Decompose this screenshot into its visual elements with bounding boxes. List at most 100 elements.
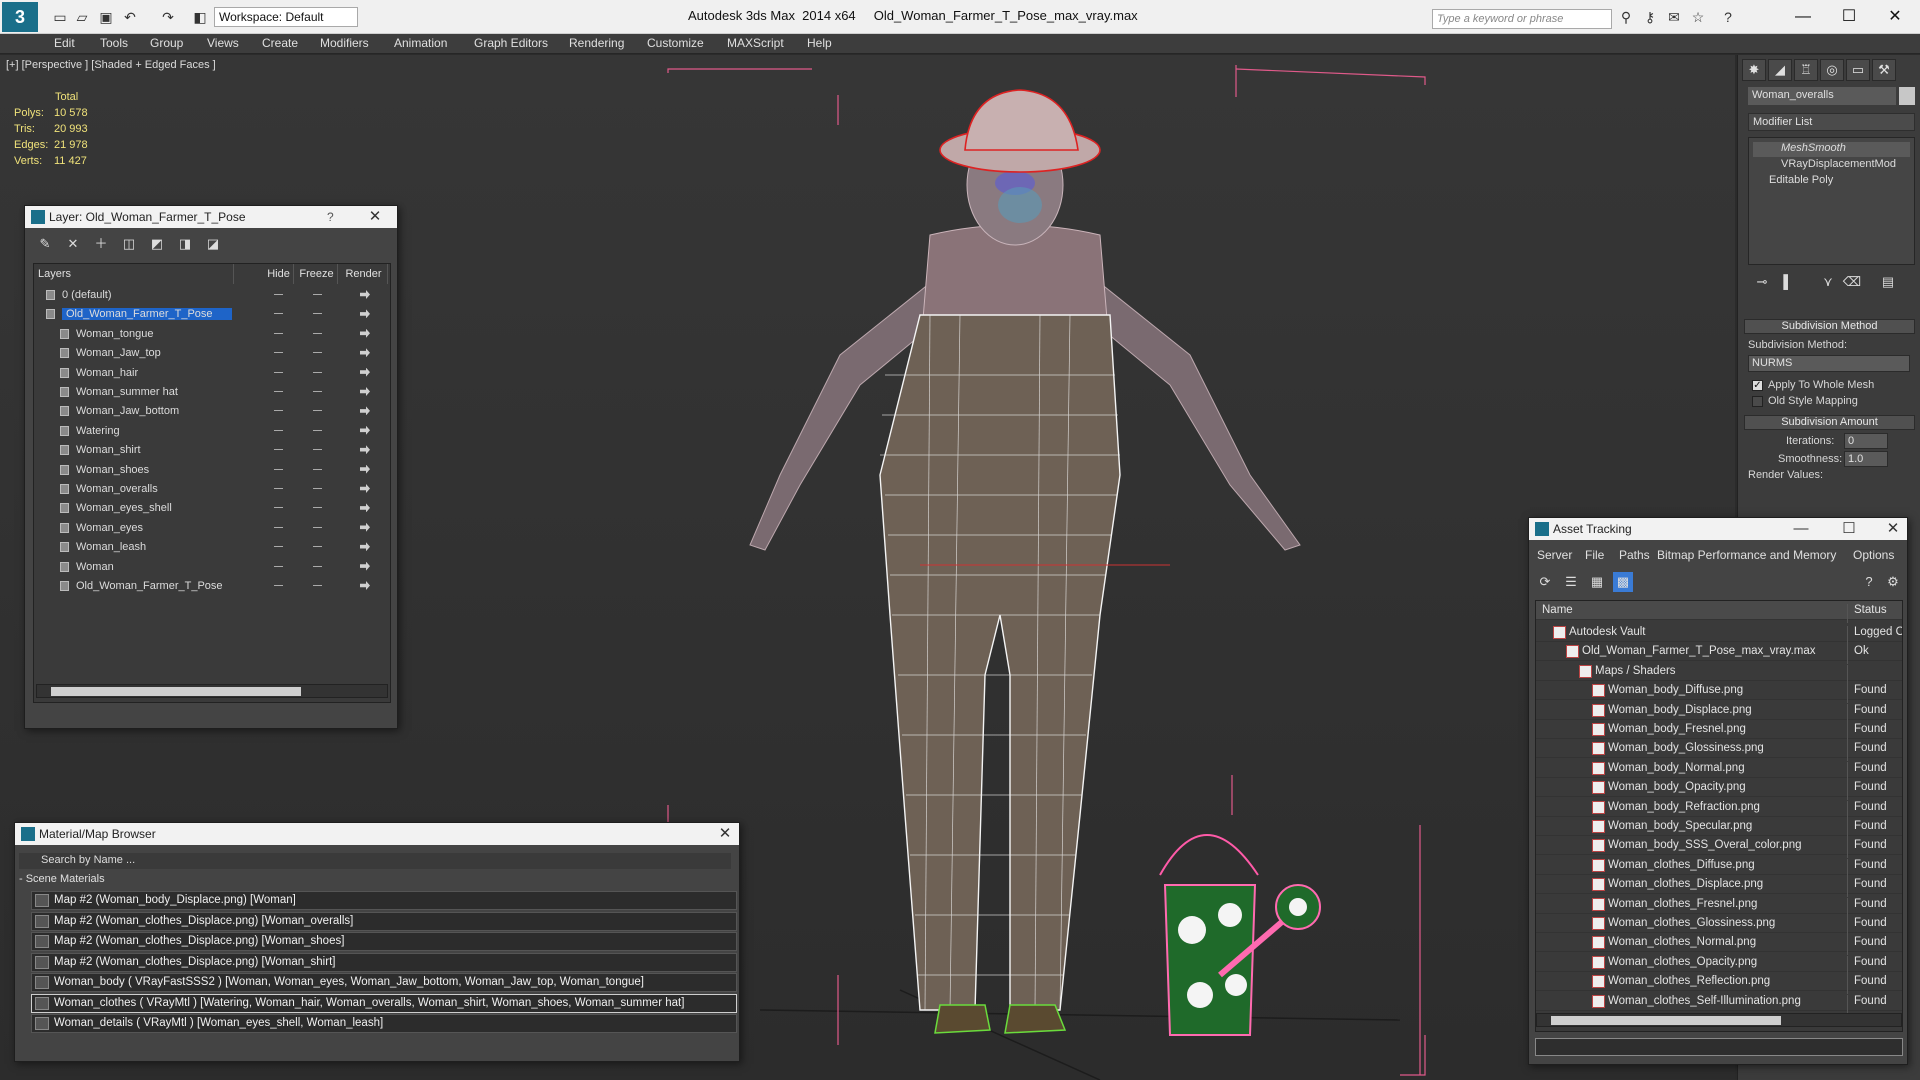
menu-edit[interactable]: Edit <box>54 36 75 50</box>
column-render[interactable]: Render <box>340 264 388 284</box>
layer-name[interactable]: 0 (default) <box>62 289 112 301</box>
pin-stack-icon[interactable]: ⊸ <box>1752 272 1772 292</box>
freeze-toggle[interactable] <box>313 468 322 470</box>
layer-dialog-help-icon[interactable]: ? <box>327 210 334 224</box>
app-logo[interactable]: 3 <box>2 2 38 32</box>
apply-whole-mesh-checkbox[interactable]: ✓ <box>1752 380 1763 391</box>
layer-name[interactable]: Woman <box>76 561 114 573</box>
menu-graph-editors[interactable]: Graph Editors <box>474 36 548 50</box>
layer-name[interactable]: Woman_eyes_shell <box>76 502 172 514</box>
asset-table[interactable]: Name Status Autodesk VaultLogged OuOld_W… <box>1535 600 1903 1032</box>
freeze-toggle[interactable] <box>313 410 322 412</box>
delete-layer-icon[interactable]: ✕ <box>63 234 83 254</box>
layer-row[interactable]: Woman_hair <box>34 364 390 383</box>
layer-row[interactable]: Woman_summer hat <box>34 383 390 402</box>
asset-tracking-title-bar[interactable]: Asset Tracking — ☐ ✕ <box>1529 518 1907 540</box>
hide-toggle[interactable] <box>274 391 283 392</box>
project-folder-icon[interactable]: ◧ <box>190 7 210 27</box>
layer-name[interactable]: Watering <box>76 425 120 437</box>
freeze-toggle[interactable] <box>313 352 322 354</box>
render-toggle-icon[interactable] <box>360 425 370 435</box>
refresh-icon[interactable]: ⟳ <box>1535 572 1555 592</box>
asset-row[interactable]: Woman_clothes_Self-Illumination.png Found <box>1536 992 1902 1014</box>
remove-modifier-icon[interactable]: ⌫ <box>1842 272 1862 292</box>
layer-dialog-close-button[interactable]: ✕ <box>365 208 385 226</box>
layer-name[interactable]: Old_Woman_Farmer_T_Pose <box>62 308 232 321</box>
render-toggle-icon[interactable] <box>360 309 370 319</box>
help-icon[interactable]: ? <box>1718 7 1738 27</box>
render-toggle-icon[interactable] <box>360 484 370 493</box>
asset-menu-paths[interactable]: Paths <box>1619 548 1650 562</box>
search-input[interactable]: Type a keyword or phrase <box>1432 9 1612 29</box>
modify-tab-icon[interactable]: ◢ <box>1768 59 1792 81</box>
freeze-toggle[interactable] <box>313 565 322 567</box>
asset-row[interactable]: Woman_clothes_Normal.png Found <box>1536 933 1902 956</box>
hide-toggle[interactable] <box>274 294 283 295</box>
configure-modifier-sets-icon[interactable]: ▤ <box>1878 272 1898 292</box>
layer-row[interactable]: Woman_shoes <box>34 461 390 480</box>
asset-menu-bitmap-performance[interactable]: Bitmap Performance and Memory <box>1657 548 1836 562</box>
layer-row[interactable]: Woman_shirt <box>34 441 390 460</box>
highlight-layer-icon[interactable]: ◩ <box>147 234 167 254</box>
column-freeze[interactable]: Freeze <box>296 264 338 284</box>
asset-row[interactable]: Old_Woman_Farmer_T_Pose_max_vray.max Ok <box>1536 642 1902 665</box>
asset-row[interactable]: Maps / Shaders <box>1536 662 1902 684</box>
hierarchy-tab-icon[interactable]: ♖ <box>1794 59 1818 81</box>
render-toggle-icon[interactable] <box>360 387 370 396</box>
freeze-toggle[interactable] <box>313 332 322 334</box>
select-objects-icon[interactable]: ◫ <box>119 234 139 254</box>
layer-row[interactable]: Woman <box>34 558 390 577</box>
layer-name[interactable]: Woman_leash <box>76 541 146 553</box>
freeze-toggle[interactable] <box>313 507 322 509</box>
layer-row[interactable]: Woman_tongue <box>34 325 390 344</box>
layer-row[interactable]: Woman_Jaw_top <box>34 344 390 363</box>
asset-row[interactable]: Woman_body_Refraction.png Found <box>1536 798 1902 820</box>
render-toggle-icon[interactable] <box>360 581 370 590</box>
material-list-item[interactable]: Woman_details ( VRayMtl ) [Woman_eyes_sh… <box>31 1014 737 1033</box>
asset-row[interactable]: Woman_clothes_Glossiness.png Found <box>1536 914 1902 936</box>
old-style-mapping-checkbox[interactable] <box>1752 396 1763 407</box>
freeze-all-layers-icon[interactable]: ◪ <box>203 234 223 254</box>
menu-modifiers[interactable]: Modifiers <box>320 36 369 50</box>
menu-animation[interactable]: Animation <box>394 36 447 50</box>
freeze-toggle[interactable] <box>313 488 322 489</box>
hide-toggle[interactable] <box>274 507 283 509</box>
material-list-item[interactable]: Map #2 (Woman_body_Displace.png) [Woman] <box>31 891 737 910</box>
layer-scrollbar-thumb[interactable] <box>51 687 301 696</box>
hide-all-layers-icon[interactable]: ◨ <box>175 234 195 254</box>
close-button[interactable]: ✕ <box>1872 5 1918 29</box>
layer-name[interactable]: Woman_eyes <box>76 522 143 534</box>
make-unique-icon[interactable]: ⋎ <box>1818 272 1838 292</box>
render-toggle-icon[interactable] <box>360 464 370 474</box>
render-toggle-icon[interactable] <box>360 445 370 455</box>
render-toggle-icon[interactable] <box>360 561 370 571</box>
layer-row[interactable]: Woman_eyes <box>34 519 390 538</box>
layer-manager-dialog[interactable]: Layer: Old_Woman_Farmer_T_Pose ? ✕ ✎ ✕ ＋… <box>24 205 398 729</box>
freeze-toggle[interactable] <box>313 294 322 295</box>
hide-toggle[interactable] <box>274 449 283 451</box>
hide-toggle[interactable] <box>274 352 283 354</box>
motion-tab-icon[interactable]: ◎ <box>1820 59 1844 81</box>
asset-tracking-maximize-button[interactable]: ☐ <box>1839 520 1859 538</box>
show-end-result-icon[interactable]: ▌ <box>1778 272 1798 292</box>
rollout-subdivision-amount[interactable]: Subdivision Amount <box>1744 415 1915 430</box>
asset-row[interactable]: Woman_body_Fresnel.png Found <box>1536 720 1902 742</box>
render-toggle-icon[interactable] <box>360 542 370 552</box>
asset-tracking-close-button[interactable]: ✕ <box>1883 520 1903 538</box>
layer-table[interactable]: Layers Hide Freeze Render 0 (default) Old… <box>33 263 391 703</box>
layer-name[interactable]: Woman_tongue <box>76 328 153 340</box>
maximize-button[interactable]: ☐ <box>1826 5 1872 29</box>
material-map-browser-dialog[interactable]: Material/Map Browser ✕ Search by Name ..… <box>14 822 740 1062</box>
asset-settings-icon[interactable]: ⚙ <box>1883 572 1903 592</box>
asset-row[interactable]: Autodesk VaultLogged Ou <box>1536 623 1902 645</box>
favorites-icon[interactable]: ☆ <box>1688 7 1708 27</box>
hide-toggle[interactable] <box>274 410 283 412</box>
hide-toggle[interactable] <box>274 332 283 334</box>
hide-toggle[interactable] <box>274 526 283 528</box>
layer-name[interactable]: Woman_overalls <box>76 483 158 495</box>
freeze-toggle[interactable] <box>313 585 322 586</box>
key-icon[interactable]: ⚷ <box>1640 7 1660 27</box>
layer-row[interactable]: Old_Woman_Farmer_T_Pose <box>34 305 390 324</box>
asset-tracking-dialog[interactable]: Asset Tracking — ☐ ✕ Server File Paths B… <box>1528 517 1908 1065</box>
column-status[interactable]: Status <box>1847 604 1887 623</box>
